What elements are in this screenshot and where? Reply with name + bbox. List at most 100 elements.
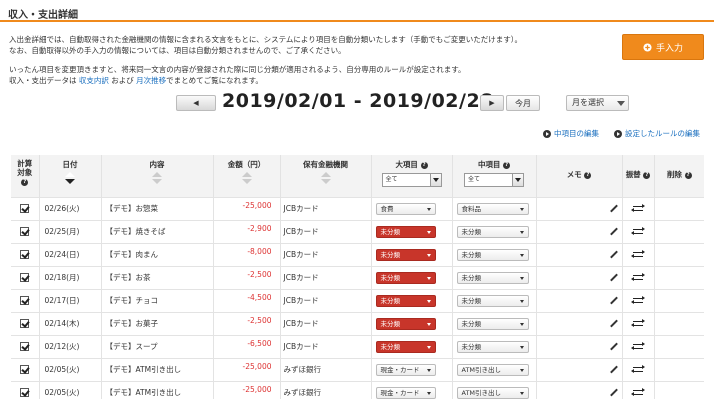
- transfer-swap-icon[interactable]: [631, 365, 645, 374]
- calc-target-checkbox[interactable]: [20, 296, 30, 305]
- this-month-button[interactable]: 今月: [506, 95, 540, 111]
- institution-label: 保有金融機関: [303, 160, 348, 169]
- edit-rules-link[interactable]: 設定したルールの編集: [614, 128, 700, 139]
- large-category-dropdown[interactable]: 未分類: [375, 225, 436, 238]
- help-icon[interactable]: ?: [584, 171, 592, 179]
- sort-desc-icon[interactable]: [65, 172, 75, 184]
- pencil-icon[interactable]: [610, 274, 618, 282]
- calc-target-checkbox[interactable]: [20, 273, 30, 282]
- transfer-cell: [622, 196, 655, 220]
- pencil-icon[interactable]: [610, 320, 618, 328]
- pencil-icon[interactable]: [610, 205, 618, 213]
- date-cell: 02/18(月): [39, 265, 102, 289]
- date-cell: 02/12(火): [39, 334, 102, 358]
- table-row: 02/18(月) 【デモ】お茶 -2,500 JCBカード 未分類 未分類: [11, 265, 704, 289]
- content-cell: 【デモ】焼きそば: [101, 219, 214, 243]
- transfer-swap-icon[interactable]: [631, 204, 645, 213]
- sort-icon[interactable]: [241, 172, 252, 184]
- institution-cell: JCBカード: [280, 288, 372, 312]
- help-icon[interactable]: ?: [21, 178, 29, 186]
- help-icon[interactable]: ?: [684, 171, 692, 179]
- content-header[interactable]: 内容: [101, 155, 214, 197]
- large-category-dropdown[interactable]: 未分類: [375, 294, 436, 307]
- large-category-dropdown[interactable]: 現金・カード: [375, 363, 436, 376]
- calc-target-checkbox[interactable]: [20, 227, 30, 236]
- table-row: 02/25(月) 【デモ】焼きそば -2,900 JCBカード 未分類 未分類: [11, 219, 704, 243]
- calc-target-cell: [11, 380, 40, 399]
- middle-category-dropdown[interactable]: 未分類: [456, 294, 529, 307]
- delete-cell: [654, 334, 704, 358]
- middle-category-dropdown[interactable]: 未分類: [456, 340, 529, 353]
- pencil-icon[interactable]: [610, 228, 618, 236]
- memo-cell: [536, 265, 623, 289]
- transfer-swap-icon[interactable]: [631, 296, 645, 305]
- institution-cell: JCBカード: [280, 334, 372, 358]
- pencil-icon[interactable]: [610, 343, 618, 351]
- middle-category-dropdown[interactable]: 未分類: [456, 271, 529, 284]
- middle-category-dropdown[interactable]: 食料品: [456, 202, 529, 215]
- transfer-swap-icon[interactable]: [631, 227, 645, 236]
- table-row: 02/24(日) 【デモ】肉まん -8,000 JCBカード 未分類 未分類: [11, 242, 704, 266]
- amount-cell: -2,500: [213, 311, 281, 335]
- middle-category-cell: 食料品: [452, 196, 537, 220]
- middle-category-dropdown[interactable]: 未分類: [456, 317, 529, 330]
- amount-cell: -4,500: [213, 288, 281, 312]
- transfer-swap-icon[interactable]: [631, 250, 645, 259]
- transfer-swap-icon[interactable]: [631, 273, 645, 282]
- middle-category-dropdown[interactable]: 未分類: [456, 225, 529, 238]
- calc-target-checkbox[interactable]: [20, 204, 30, 213]
- large-category-cell: 食費: [371, 196, 453, 220]
- help-icon[interactable]: ?: [503, 161, 511, 169]
- breakdown-link[interactable]: 収支内訳: [79, 76, 109, 85]
- middle-category-dropdown[interactable]: 未分類: [456, 248, 529, 261]
- summary-text: および: [111, 76, 134, 85]
- memo-cell: [536, 380, 623, 399]
- monthly-trend-link[interactable]: 月次推移: [136, 76, 166, 85]
- date-header[interactable]: 日付: [39, 155, 102, 197]
- middle-category-dropdown[interactable]: ATM引き出し: [456, 363, 529, 376]
- transfer-swap-icon[interactable]: [631, 319, 645, 328]
- middle-category-filter[interactable]: 全て: [464, 173, 524, 187]
- date-cell: 02/05(火): [39, 380, 102, 399]
- large-category-dropdown[interactable]: 未分類: [375, 317, 436, 330]
- large-category-filter[interactable]: 全て: [381, 173, 442, 187]
- calc-target-checkbox[interactable]: [20, 319, 30, 328]
- sort-icon[interactable]: [320, 172, 331, 184]
- date-label: 日付: [62, 160, 78, 169]
- amount-header[interactable]: 金額（円）: [213, 155, 281, 197]
- manual-entry-button[interactable]: 手入力: [622, 34, 704, 60]
- calc-target-checkbox[interactable]: [20, 388, 30, 398]
- pencil-icon[interactable]: [610, 366, 618, 374]
- pencil-icon[interactable]: [610, 389, 618, 397]
- prev-period-button[interactable]: ◀: [176, 95, 216, 111]
- sort-icon[interactable]: [152, 172, 162, 184]
- next-period-button[interactable]: ▶: [480, 95, 504, 111]
- institution-cell: JCBカード: [280, 265, 372, 289]
- large-category-dropdown[interactable]: 未分類: [375, 248, 436, 261]
- large-category-dropdown[interactable]: 未分類: [375, 340, 436, 353]
- transfer-swap-icon[interactable]: [631, 388, 645, 397]
- table-row: 02/14(木) 【デモ】お菓子 -2,500 JCBカード 未分類 未分類: [11, 311, 704, 335]
- help-icon[interactable]: ?: [643, 171, 651, 179]
- transfer-cell: [622, 242, 655, 266]
- edit-middle-category-link[interactable]: 中項目の編集: [543, 128, 599, 139]
- calc-target-checkbox[interactable]: [20, 250, 30, 259]
- calc-target-label: 計算対象: [17, 159, 33, 177]
- institution-cell: JCBカード: [280, 219, 372, 243]
- transfer-swap-icon[interactable]: [631, 342, 645, 351]
- pencil-icon[interactable]: [610, 251, 618, 259]
- month-select[interactable]: 月を選択: [566, 95, 629, 111]
- table-header-row: 計算対象 ? 日付 内容 金額（円） 保有金融機関 大項目 ? 全て 中項目 ?…: [11, 155, 704, 197]
- large-category-dropdown[interactable]: 現金・カード: [375, 386, 436, 399]
- chevron-down-icon: [512, 174, 523, 186]
- large-category-dropdown[interactable]: 未分類: [375, 271, 436, 284]
- calc-target-cell: [11, 311, 40, 335]
- large-category-dropdown[interactable]: 食費: [375, 202, 436, 215]
- pencil-icon[interactable]: [610, 297, 618, 305]
- help-icon[interactable]: ?: [420, 161, 428, 169]
- institution-header[interactable]: 保有金融機関: [280, 155, 372, 197]
- calc-target-checkbox[interactable]: [20, 365, 30, 374]
- calc-target-checkbox[interactable]: [20, 342, 30, 351]
- middle-category-dropdown[interactable]: ATM引き出し: [456, 386, 529, 399]
- amount-cell: -25,000: [213, 196, 281, 220]
